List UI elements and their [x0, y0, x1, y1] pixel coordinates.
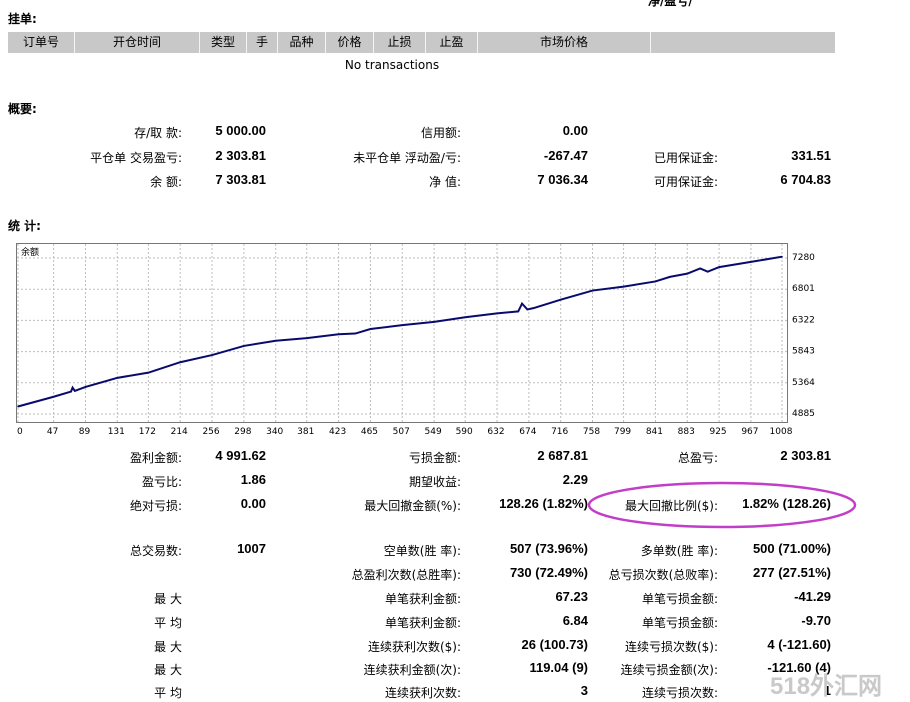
stats-label-r0-c0: 盈利金额: — [129, 451, 182, 465]
stats-label-r4-c2: 多单数(胜 率): — [640, 544, 718, 558]
stats-value-r5-c2: 277 (27.51%) — [752, 565, 831, 580]
x-tick-label-17: 716 — [551, 427, 568, 437]
x-tick-label-14: 590 — [456, 427, 473, 437]
x-tick-label-13: 549 — [425, 427, 442, 437]
x-tick-label-12: 507 — [393, 427, 410, 437]
y-tick-label-0: 7280 — [792, 253, 815, 263]
x-tick-label-4: 172 — [139, 427, 156, 437]
y-tick-label-1: 6801 — [792, 284, 815, 294]
stats-label-r8-c2: 连续亏损次数($): — [624, 640, 718, 654]
stats-value-r10-c1: 3 — [580, 683, 588, 698]
stats-label-r0-c1: 亏损金额: — [408, 451, 461, 465]
x-tick-label-20: 841 — [646, 427, 663, 437]
x-tick-label-8: 340 — [266, 427, 283, 437]
x-tick-label-16: 674 — [519, 427, 536, 437]
stats-value-r5-c1: 730 (72.49%) — [509, 565, 588, 580]
stats-label-r10-c2: 连续亏损次数: — [641, 686, 718, 700]
stats-value-r1-c0: 1.86 — [240, 472, 266, 487]
stats-label-r5-c2: 总亏损次数(总败率): — [608, 568, 718, 582]
stats-label-r6-c0: 最 大 — [154, 592, 182, 606]
stats-value-r9-c1: 119.04 (9) — [529, 660, 588, 675]
x-tick-label-3: 131 — [108, 427, 125, 437]
x-tick-label-9: 381 — [297, 427, 314, 437]
highlight-ellipse — [587, 481, 857, 529]
x-tick-label-11: 465 — [361, 427, 378, 437]
stats-value-r0-c0: 4 991.62 — [215, 448, 266, 463]
y-tick-label-5: 4885 — [792, 409, 815, 419]
stats-value-r4-c2: 500 (71.00%) — [752, 541, 831, 556]
stats-label-r7-c0: 平 均 — [154, 616, 182, 630]
stats-label-r4-c0: 总交易数: — [129, 544, 182, 558]
stats-value-r8-c2: 4 (-121.60) — [767, 637, 831, 652]
stats-label-r4-c1: 空单数(胜 率): — [383, 544, 461, 558]
x-tick-label-19: 799 — [614, 427, 631, 437]
stats-value-r4-c0: 1007 — [237, 541, 266, 556]
stats-label-r9-c1: 连续获利金额(次): — [363, 663, 461, 677]
x-tick-label-18: 758 — [583, 427, 600, 437]
x-tick-label-6: 256 — [202, 427, 219, 437]
stats-label-r6-c2: 单笔亏损金额: — [641, 592, 718, 606]
stats-value-r6-c2: -41.29 — [794, 589, 831, 604]
x-tick-label-22: 925 — [709, 427, 726, 437]
stats-value-r2-c1: 128.26 (1.82%) — [499, 496, 588, 511]
stats-label-r6-c1: 单笔获利金额: — [384, 592, 461, 606]
x-tick-label-21: 883 — [678, 427, 695, 437]
x-tick-label-1: 47 — [47, 427, 58, 437]
x-tick-label-2: 89 — [79, 427, 91, 437]
stats-value-r4-c1: 507 (73.96%) — [509, 541, 588, 556]
stats-value-r0-c1: 2 687.81 — [537, 448, 588, 463]
stats-label-r1-c1: 期望收益: — [408, 475, 461, 489]
x-tick-label-10: 423 — [329, 427, 346, 437]
stats-label-r2-c1: 最大回撤金额(%): — [364, 499, 461, 513]
stats-label-r8-c0: 最 大 — [154, 640, 182, 654]
stats-label-r5-c1: 总盈利次数(总胜率): — [351, 568, 461, 582]
x-tick-label-23: 967 — [741, 427, 758, 437]
stats-value-r1-c1: 2.29 — [562, 472, 588, 487]
stats-value-r6-c1: 67.23 — [555, 589, 588, 604]
x-tick-label-0: 0 — [17, 427, 23, 437]
stats-label-r9-c0: 最 大 — [154, 663, 182, 677]
x-tick-label-7: 298 — [234, 427, 251, 437]
y-tick-label-3: 5843 — [792, 347, 815, 357]
stats-value-r7-c1: 6.84 — [562, 613, 588, 628]
y-tick-label-2: 6322 — [792, 315, 815, 325]
stats-label-r2-c0: 绝对亏损: — [129, 499, 182, 513]
stats-value-r2-c0: 0.00 — [240, 496, 266, 511]
watermark: 518外汇网 — [770, 673, 883, 700]
stats-label-r9-c2: 连续亏损金额(次): — [620, 663, 718, 677]
stats-label-r7-c2: 单笔亏损金额: — [641, 616, 718, 630]
stats-label-r8-c1: 连续获利次数($): — [367, 640, 461, 654]
y-tick-label-4: 5364 — [792, 378, 815, 388]
stats-label-r1-c0: 盈亏比: — [141, 475, 182, 489]
x-tick-label-15: 632 — [487, 427, 504, 437]
stats-label-r10-c1: 连续获利次数: — [384, 686, 461, 700]
stats-value-r0-c2: 2 303.81 — [780, 448, 831, 463]
stats-label-r7-c1: 单笔获利金额: — [384, 616, 461, 630]
stats-label-r0-c2: 总盈亏: — [677, 451, 718, 465]
x-tick-label-24: 1008 — [770, 427, 793, 437]
stats-label-r10-c0: 平 均 — [154, 686, 182, 700]
stats-value-r7-c2: -9.70 — [801, 613, 831, 628]
x-tick-label-5: 214 — [171, 427, 188, 437]
stats-value-r8-c1: 26 (100.73) — [521, 637, 589, 652]
